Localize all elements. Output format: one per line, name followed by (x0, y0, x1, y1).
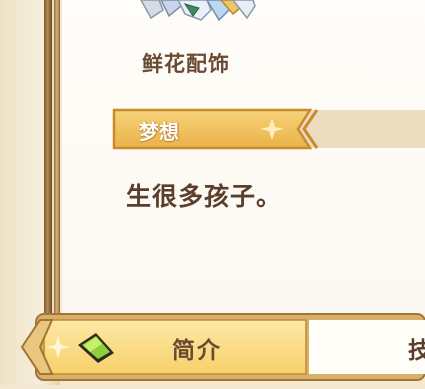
section-title: 梦想 (139, 120, 179, 144)
flower-accessory-icon (123, 0, 261, 26)
tab-skills-label: 技 (408, 338, 425, 364)
item-name: 鲜花配饰 (142, 52, 230, 76)
dream-description: 生很多孩子。 (126, 182, 283, 211)
info-panel (62, 0, 425, 316)
tab-intro-label: 简介 (172, 338, 222, 364)
panel-frame-outer (44, 0, 52, 316)
panel-frame-inner (54, 0, 60, 316)
